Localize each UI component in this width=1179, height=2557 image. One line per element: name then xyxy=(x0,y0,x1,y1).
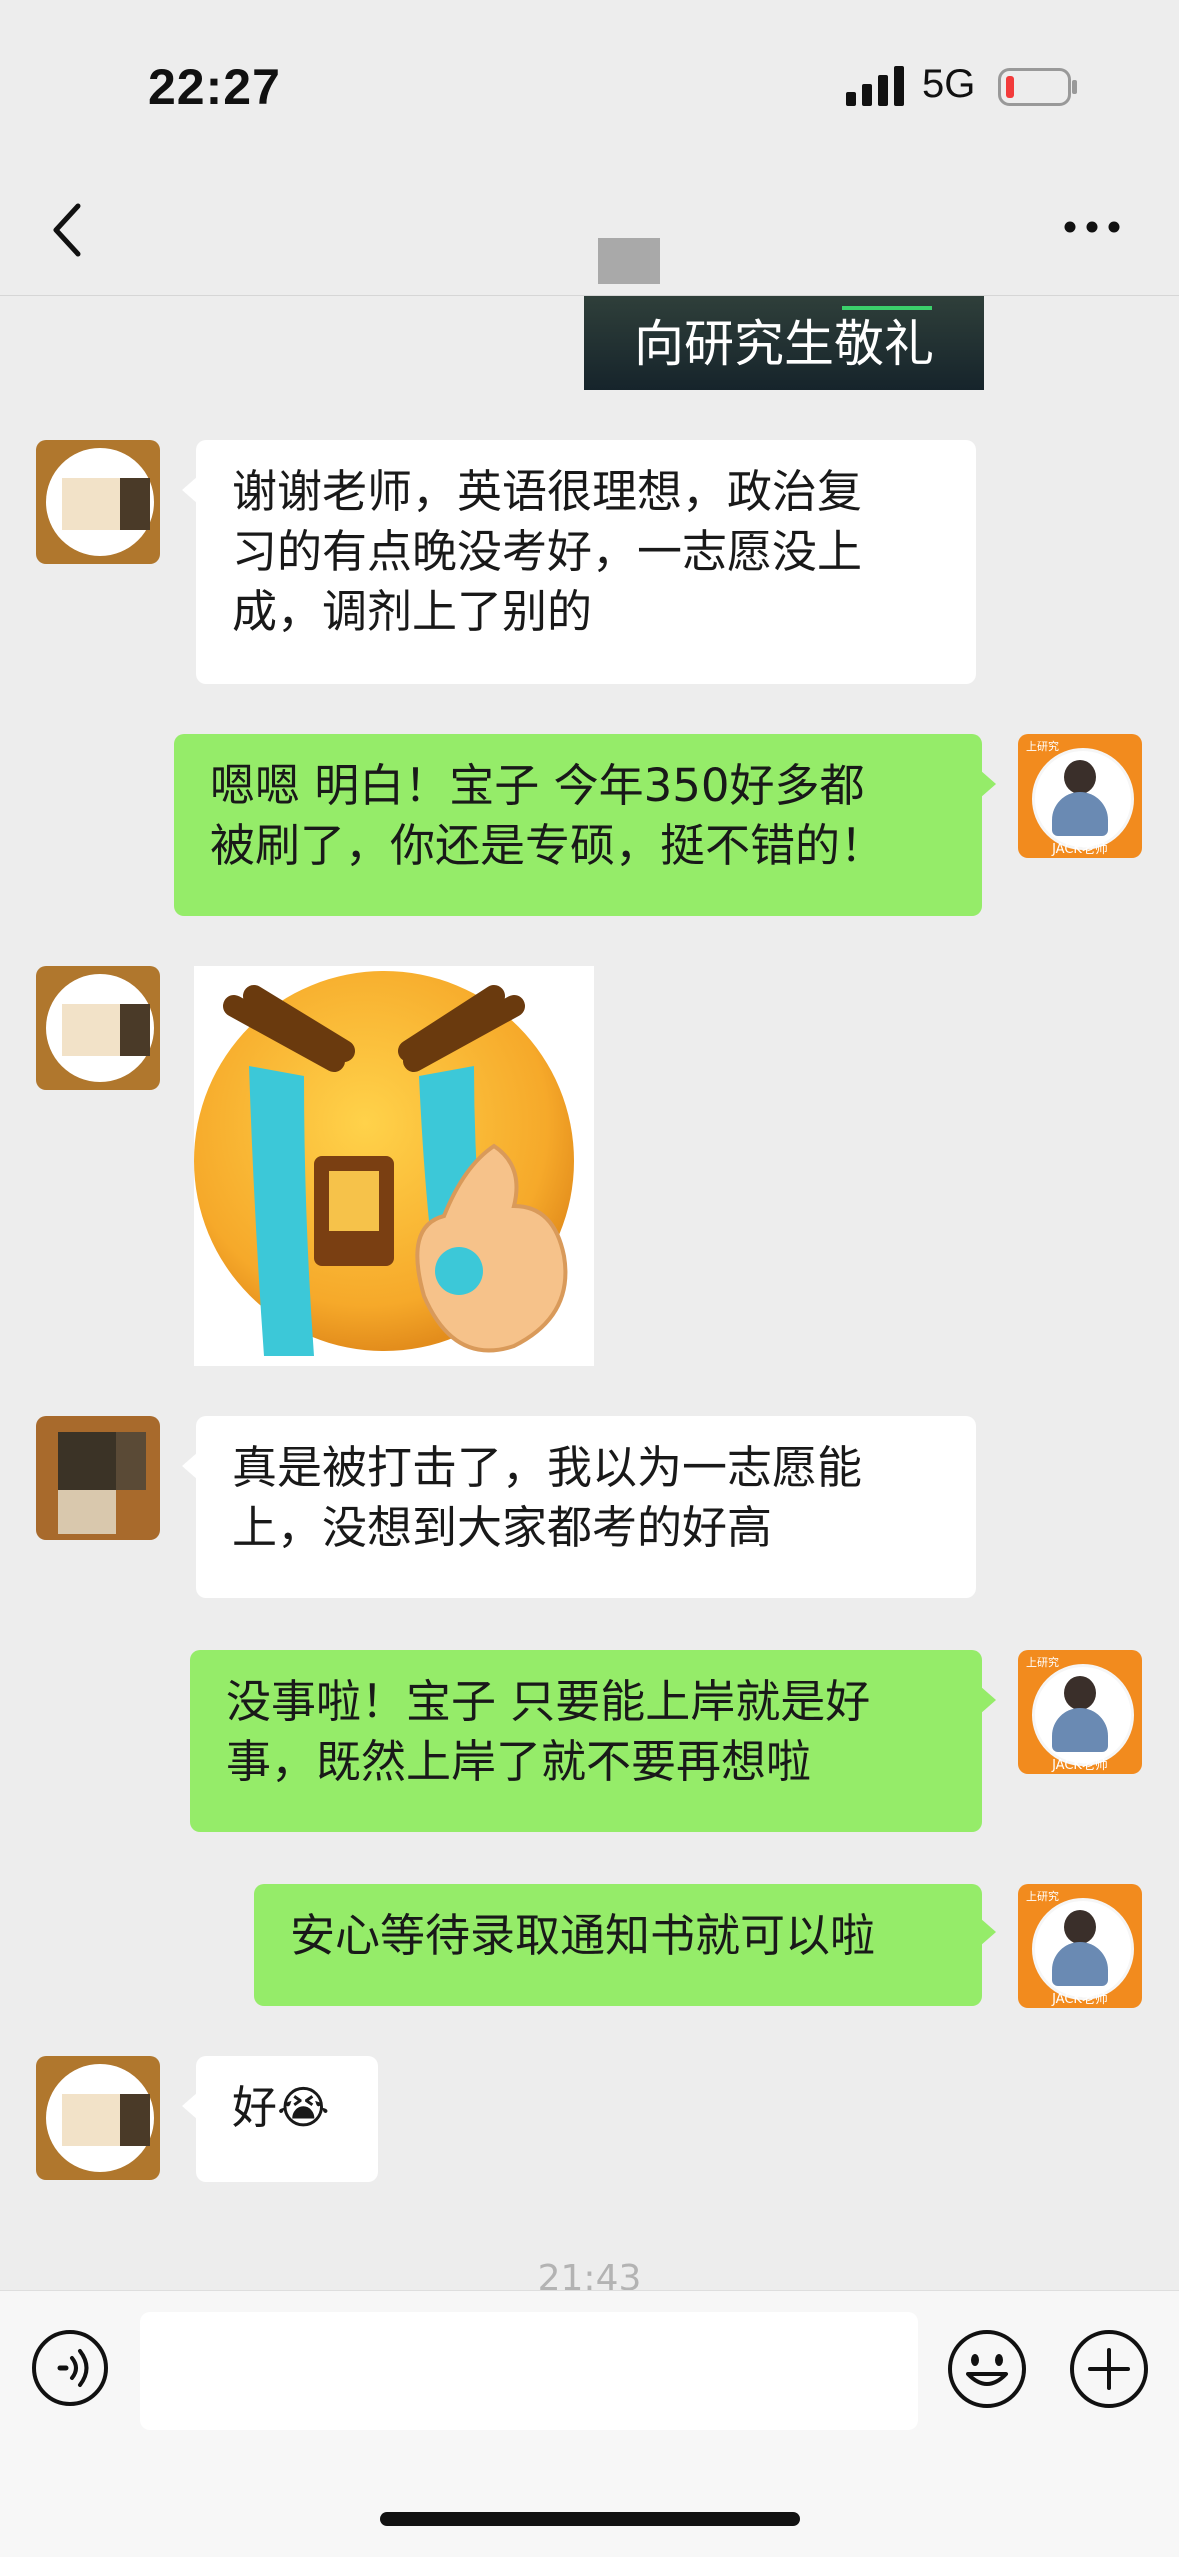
battery-icon xyxy=(998,68,1077,106)
emoji-icon[interactable] xyxy=(946,2328,1028,2410)
crying-ok-emoji xyxy=(194,971,574,1356)
bubble-tail xyxy=(980,1918,996,1946)
friend-avatar[interactable] xyxy=(36,1416,160,1540)
network-type: 5G xyxy=(922,62,976,106)
image-message[interactable]: 向研究生敬礼 xyxy=(584,296,984,390)
image-caption: 向研究生敬礼 xyxy=(634,315,934,373)
crying-ok-emoji-sticker[interactable] xyxy=(194,966,594,1366)
my-avatar[interactable]: 上研究 JACK老师 xyxy=(1018,734,1142,858)
message-bubble[interactable]: 好😭 xyxy=(196,2056,378,2182)
chat-header xyxy=(0,150,1179,296)
friend-avatar[interactable] xyxy=(36,2056,160,2180)
chat-title-blurred xyxy=(598,238,660,284)
home-indicator[interactable] xyxy=(380,2512,800,2526)
friend-avatar[interactable] xyxy=(36,440,160,564)
status-time: 22:27 xyxy=(148,59,281,115)
signal-icon xyxy=(846,66,904,106)
bubble-tail xyxy=(980,770,996,798)
message-bubble[interactable]: 真是被打击了，我以为一志愿能 上，没想到大家都考的好高 xyxy=(196,1416,976,1598)
more-dots-icon[interactable] xyxy=(1062,212,1122,242)
message-bubble[interactable]: 没事啦！宝子 只要能上岸就是好 事，既然上岸了就不要再想啦 xyxy=(190,1650,982,1832)
plus-icon[interactable] xyxy=(1068,2328,1150,2410)
bubble-tail xyxy=(980,1686,996,1714)
message-bubble[interactable]: 谢谢老师，英语很理想，政治复 习的有点晚没考好，一志愿没上 成，调剂上了别的 xyxy=(196,440,976,684)
my-avatar[interactable]: 上研究 JACK老师 xyxy=(1018,1884,1142,2008)
friend-avatar[interactable] xyxy=(36,966,160,1090)
message-bubble[interactable]: 嗯嗯 明白！宝子 今年350好多都 被刷了，你还是专硕，挺不错的！ xyxy=(174,734,982,916)
chevron-left-icon[interactable] xyxy=(48,200,88,260)
my-avatar[interactable]: 上研究 JACK老师 xyxy=(1018,1650,1142,1774)
message-input[interactable] xyxy=(140,2312,918,2430)
voice-icon[interactable] xyxy=(30,2328,110,2408)
message-bubble[interactable]: 安心等待录取通知书就可以啦 xyxy=(254,1884,982,2006)
